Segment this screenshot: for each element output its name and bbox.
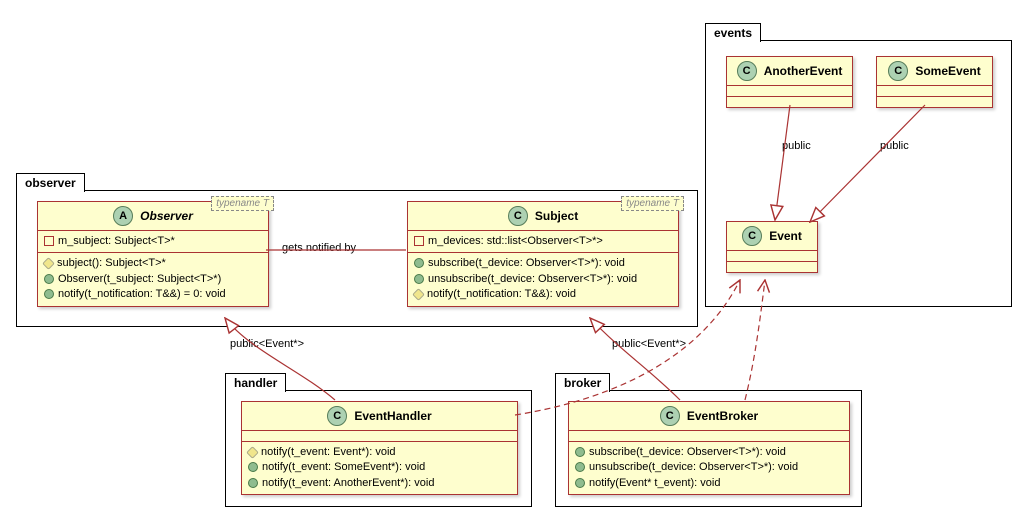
abstract-icon: A [113,206,133,226]
method: Observer(t_subject: Subject<T>*) [44,272,262,287]
edge-label-some-event: public [880,140,909,152]
method: notify(t_event: SomeEvent*): void [248,460,511,475]
edge-label-broker-subject: public<Event*> [612,338,686,350]
edge-label-handler-observer: public<Event*> [230,338,304,350]
class-icon: C [888,61,908,81]
method: notify(t_notification: T&&): void [414,287,672,302]
method: subscribe(t_device: Observer<T>*): void [414,256,672,271]
class-eventhandler: C EventHandler notify(t_event: Event*): … [241,401,518,495]
package-events: events C AnotherEvent C SomeEvent C Even… [705,40,1012,307]
class-observer: A Observer typename T m_subject: Subject… [37,201,269,307]
edge-label-another-event: public [782,140,811,152]
class-subject-name: Subject [535,209,578,223]
class-subject: C Subject typename T m_devices: std::lis… [407,201,679,307]
class-icon: C [737,61,757,81]
class-event-name: Event [769,229,802,243]
method: notify(t_notification: T&&) = 0: void [44,287,262,302]
package-observer: observer A Observer typename T m_subject… [16,190,698,327]
field: m_devices: std::list<Observer<T>*> [414,234,672,249]
method: unsubscribe(t_device: Observer<T>*): voi… [414,272,672,287]
package-broker-label: broker [555,373,610,392]
method: notify(Event* t_event): void [575,476,843,491]
class-eventhandler-name: EventHandler [354,409,431,423]
method: notify(t_event: AnotherEvent*): void [248,476,511,491]
template-badge: typename T [211,196,274,211]
class-anotherevent: C AnotherEvent [726,56,853,108]
edge-label-observer-subject: gets notified by [282,242,356,254]
class-someevent-name: SomeEvent [915,64,980,78]
package-events-label: events [705,23,761,42]
method: unsubscribe(t_device: Observer<T>*): voi… [575,460,843,475]
class-eventbroker: C EventBroker subscribe(t_device: Observ… [568,401,850,495]
package-handler-label: handler [225,373,286,392]
package-observer-label: observer [16,173,85,192]
class-icon: C [327,406,347,426]
class-icon: C [660,406,680,426]
method: subject(): Subject<T>* [44,256,262,271]
class-eventbroker-name: EventBroker [687,409,758,423]
class-icon: C [742,226,762,246]
method: notify(t_event: Event*): void [248,445,511,460]
method: subscribe(t_device: Observer<T>*): void [575,445,843,460]
class-anotherevent-name: AnotherEvent [764,64,843,78]
class-someevent: C SomeEvent [876,56,993,108]
template-badge: typename T [621,196,684,211]
class-icon: C [508,206,528,226]
package-broker: broker C EventBroker subscribe(t_device:… [555,390,862,507]
class-observer-name: Observer [140,209,193,223]
field: m_subject: Subject<T>* [44,234,262,249]
package-handler: handler C EventHandler notify(t_event: E… [225,390,532,507]
class-event: C Event [726,221,818,273]
